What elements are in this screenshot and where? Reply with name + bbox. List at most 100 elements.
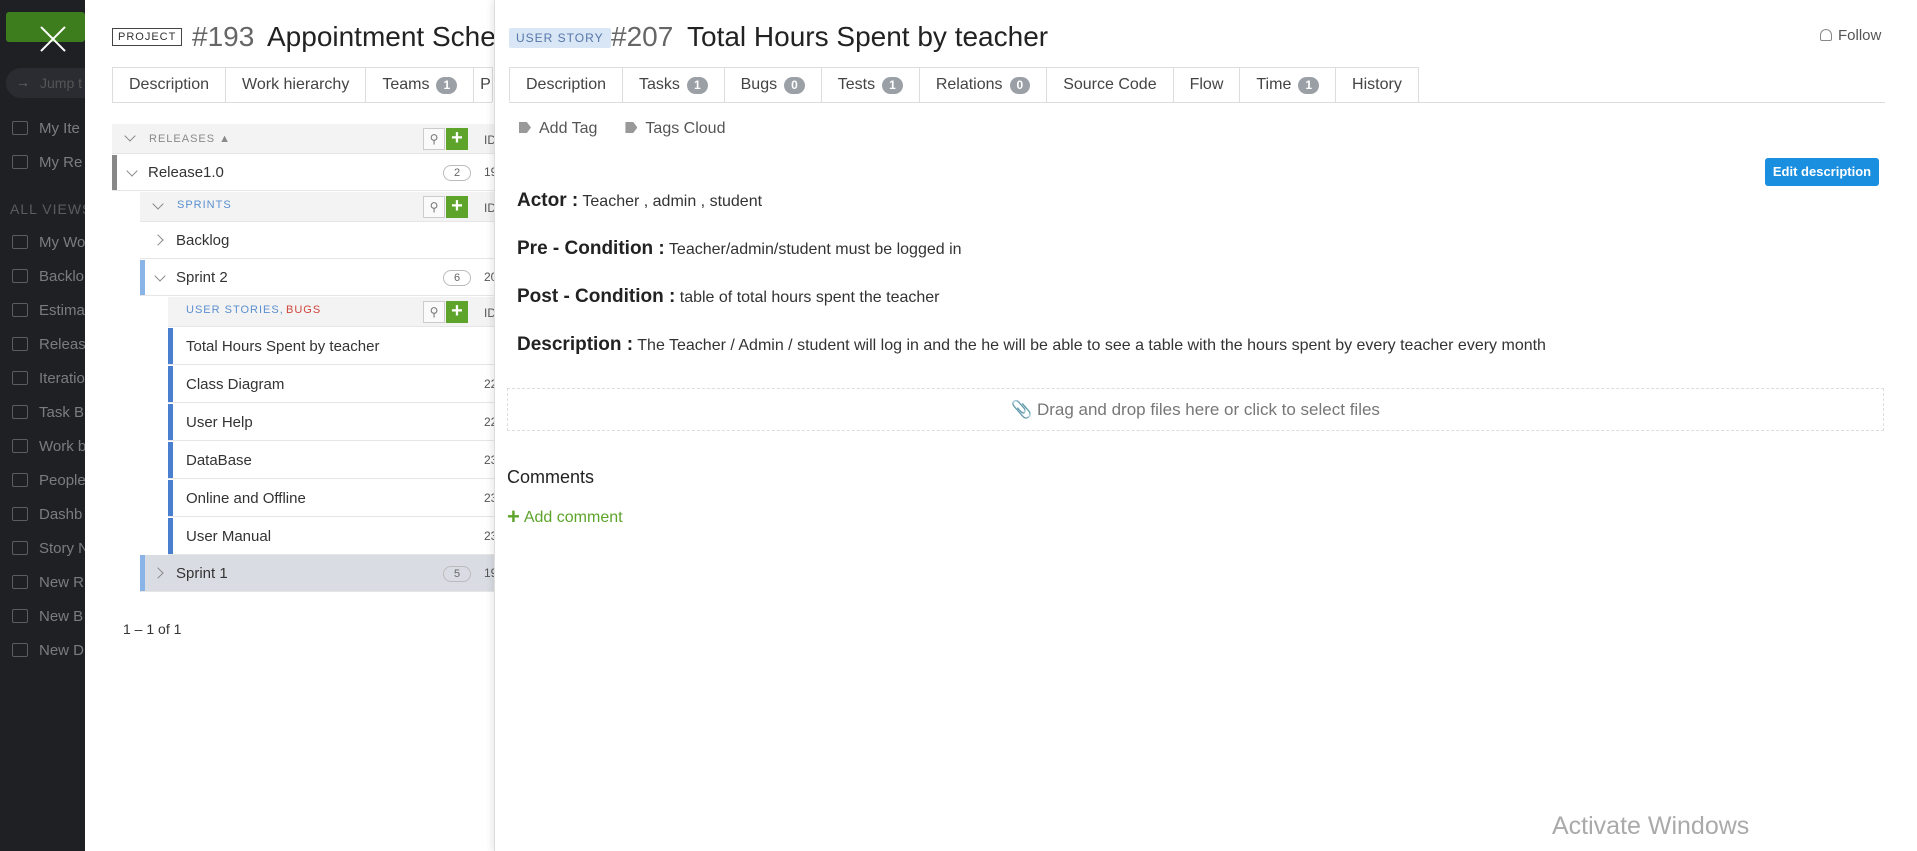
- chevron-right-icon[interactable]: [152, 567, 164, 579]
- sidebar-item-view[interactable]: My Wo: [0, 234, 85, 258]
- story-stripe: [168, 328, 173, 364]
- sprint-row[interactable]: Sprint 2 6 20: [140, 260, 497, 296]
- tab-bugs[interactable]: Bugs 0: [723, 67, 822, 102]
- list-item[interactable]: Online and Offline 23: [168, 480, 497, 517]
- sidebar-item-view[interactable]: Dashb: [0, 506, 85, 530]
- count-badge: 0: [784, 76, 805, 94]
- story-tabs: Description Tasks 1 Bugs 0 Tests 1 Relation…: [509, 67, 1885, 103]
- release-row[interactable]: Release1.0 2 19: [112, 155, 497, 191]
- sidebar-item-my-requests[interactable]: My Re: [0, 154, 85, 178]
- story-stripe: [168, 480, 173, 516]
- chevron-down-icon[interactable]: [154, 270, 166, 282]
- story-title[interactable]: Total Hours Spent by teacher: [687, 21, 1048, 53]
- grid-icon: [12, 575, 28, 589]
- search-icon[interactable]: ⚲: [423, 196, 445, 218]
- tab-time[interactable]: Time 1: [1239, 67, 1337, 102]
- add-sprint-button[interactable]: +: [446, 196, 468, 218]
- backlog-label: Backlog: [176, 232, 230, 249]
- story-label: User Manual: [186, 528, 272, 545]
- bugs-label[interactable]: BUGS: [286, 304, 321, 316]
- tab-tasks[interactable]: Tasks 1: [622, 67, 725, 102]
- stories-header: USER STORIES, BUGS ⚲ + ID: [168, 297, 496, 327]
- sidebar-item-view[interactable]: New D: [0, 642, 85, 666]
- list-item[interactable]: User Help 22: [168, 404, 497, 441]
- count-badge: 2: [443, 165, 471, 181]
- windows-activation-watermark: Activate Windows: [1552, 812, 1750, 840]
- dashboard-icon: [12, 507, 28, 521]
- list-item[interactable]: Total Hours Spent by teacher: [168, 328, 495, 365]
- tags-cloud-button[interactable]: Tags Cloud: [625, 120, 725, 138]
- close-icon[interactable]: [34, 20, 72, 58]
- chevron-down-icon[interactable]: [152, 198, 164, 210]
- sprint-row[interactable]: Sprint 1 5 19: [140, 555, 497, 592]
- sidebar-item-view[interactable]: Story N: [0, 540, 85, 564]
- file-dropzone[interactable]: 📎 Drag and drop files here or click to s…: [507, 388, 1884, 431]
- tab-relations[interactable]: Relations 0: [918, 67, 1048, 102]
- sidebar-item-view[interactable]: New B: [0, 608, 85, 632]
- sidebar-item-my-items[interactable]: My Ite: [0, 120, 85, 144]
- tab-tests[interactable]: Tests 1: [820, 67, 920, 102]
- edit-description-button[interactable]: Edit description: [1765, 158, 1879, 186]
- grid-icon: [12, 337, 28, 351]
- edit-icon: [12, 155, 28, 169]
- sidebar-item-view[interactable]: New R: [0, 574, 85, 598]
- story-label: Online and Offline: [186, 490, 306, 507]
- arrow-right-icon: →: [16, 74, 30, 90]
- search-icon[interactable]: ⚲: [423, 301, 445, 323]
- story-label: DataBase: [186, 452, 252, 469]
- project-id: #193: [192, 21, 255, 52]
- story-stripe: [168, 442, 173, 478]
- story-stripe: [168, 366, 173, 402]
- add-tag-button[interactable]: Add Tag: [519, 120, 597, 138]
- bell-icon: [1820, 29, 1832, 41]
- jump-to-input[interactable]: → Jump t: [6, 68, 85, 98]
- chevron-right-icon[interactable]: [152, 234, 164, 246]
- list-item[interactable]: User Manual 23: [168, 518, 497, 555]
- chevron-down-icon[interactable]: [124, 130, 136, 142]
- sidebar-item-view[interactable]: Releas: [0, 336, 85, 360]
- dashboard-icon: [12, 643, 28, 657]
- count-badge: 6: [443, 270, 471, 286]
- sidebar-item-view[interactable]: People: [0, 472, 85, 496]
- chevron-down-icon[interactable]: [126, 165, 138, 177]
- tab-work-hierarchy[interactable]: Work hierarchy: [225, 67, 367, 102]
- grid-icon: [12, 541, 28, 555]
- sprint-stripe: [140, 555, 145, 591]
- add-release-button[interactable]: +: [446, 128, 468, 150]
- user-stories-label[interactable]: USER STORIES,: [186, 304, 284, 316]
- follow-button[interactable]: Follow: [1820, 27, 1881, 44]
- entity-type-badge: PROJECT: [112, 28, 183, 46]
- grid-icon: [12, 609, 28, 623]
- release-stripe: [112, 155, 117, 190]
- list-item[interactable]: DataBase 23: [168, 442, 497, 479]
- sprint-stripe: [140, 260, 145, 295]
- tab-description[interactable]: Description: [112, 67, 227, 102]
- sidebar-item-view[interactable]: Iteratio: [0, 370, 85, 394]
- search-icon[interactable]: ⚲: [423, 128, 445, 150]
- tab-source-code[interactable]: Source Code: [1046, 67, 1174, 102]
- sidebar-item-view[interactable]: Task B: [0, 404, 85, 428]
- add-comment-button[interactable]: + Add comment: [507, 504, 623, 530]
- tab-history[interactable]: History: [1335, 67, 1419, 102]
- entity-type-badge: USER STORY: [509, 28, 611, 48]
- sidebar-item-view[interactable]: Backlo: [0, 268, 85, 292]
- story-stripe: [168, 518, 173, 554]
- tab-flow[interactable]: Flow: [1172, 67, 1241, 102]
- backlog-row[interactable]: Backlog: [140, 223, 495, 259]
- grid-icon: [12, 473, 28, 487]
- grid-icon: [12, 235, 28, 249]
- tags-row: Add Tag Tags Cloud: [519, 120, 725, 138]
- tab-description[interactable]: Description: [509, 67, 624, 102]
- sprints-label[interactable]: SPRINTS: [177, 199, 232, 211]
- list-item[interactable]: Class Diagram 22: [168, 366, 497, 403]
- tab-teams[interactable]: Teams 1: [365, 67, 475, 102]
- sidebar-item-view[interactable]: Work b: [0, 438, 85, 462]
- releases-header: RELEASES ▲ ⚲ + ID: [112, 124, 496, 154]
- grid-icon: [12, 303, 28, 317]
- story-label: Class Diagram: [186, 376, 285, 393]
- releases-sort-label[interactable]: RELEASES ▲: [149, 133, 231, 145]
- tab-more[interactable]: P: [473, 67, 494, 102]
- sidebar-item-view[interactable]: Estima: [0, 302, 85, 326]
- user-story-panel: USER STORY #207 Total Hours Spent by tea…: [494, 0, 1917, 851]
- add-story-button[interactable]: +: [446, 301, 468, 323]
